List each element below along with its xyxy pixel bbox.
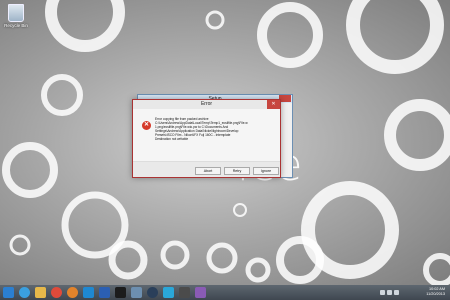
word-icon[interactable] xyxy=(99,287,110,298)
start-icon[interactable] xyxy=(3,287,14,298)
folder-icon[interactable] xyxy=(35,287,46,298)
close-icon[interactable]: ✕ xyxy=(267,100,280,109)
error-dialog[interactable]: Error ✕ ✕ Error copying file from packed… xyxy=(132,99,281,178)
game-icon[interactable] xyxy=(179,287,190,298)
windows-store-icon[interactable] xyxy=(83,287,94,298)
chrome-icon[interactable] xyxy=(51,287,62,298)
error-dialog-titlebar: Error ✕ xyxy=(133,100,280,109)
media-icon[interactable] xyxy=(163,287,174,298)
error-dialog-body: ✕ Error copying file from packed archive… xyxy=(138,117,276,157)
ie-icon[interactable] xyxy=(19,287,30,298)
recycle-bin-shortcut[interactable]: Recycle Bin xyxy=(3,4,29,28)
abort-button[interactable]: Abort xyxy=(195,167,221,175)
flag-icon[interactable] xyxy=(394,290,399,295)
error-message: Error copying file from packed archive C… xyxy=(155,117,248,142)
taskbar: 10:02 AM 11/20/2013 xyxy=(0,285,450,300)
error-dialog-footer: Abort Retry Ignore xyxy=(133,161,280,177)
firefox-icon[interactable] xyxy=(67,287,78,298)
clock[interactable]: 10:02 AM 11/20/2013 xyxy=(426,287,445,297)
recycle-bin-label: Recycle Bin xyxy=(4,23,28,28)
retry-button[interactable]: Retry xyxy=(224,167,250,175)
ignore-button[interactable]: Ignore xyxy=(253,167,279,175)
network-icon[interactable] xyxy=(380,290,385,295)
steam-icon[interactable] xyxy=(147,287,158,298)
settings-icon[interactable] xyxy=(131,287,142,298)
terminal-icon[interactable] xyxy=(115,287,126,298)
clock-date: 11/20/2013 xyxy=(426,292,445,296)
error-dialog-title: Error xyxy=(200,101,213,107)
recycle-bin-icon xyxy=(8,4,24,22)
volume-icon[interactable] xyxy=(387,290,392,295)
error-x-icon: ✕ xyxy=(142,121,151,130)
app-icon[interactable] xyxy=(195,287,206,298)
system-tray: 10:02 AM 11/20/2013 xyxy=(378,286,448,299)
